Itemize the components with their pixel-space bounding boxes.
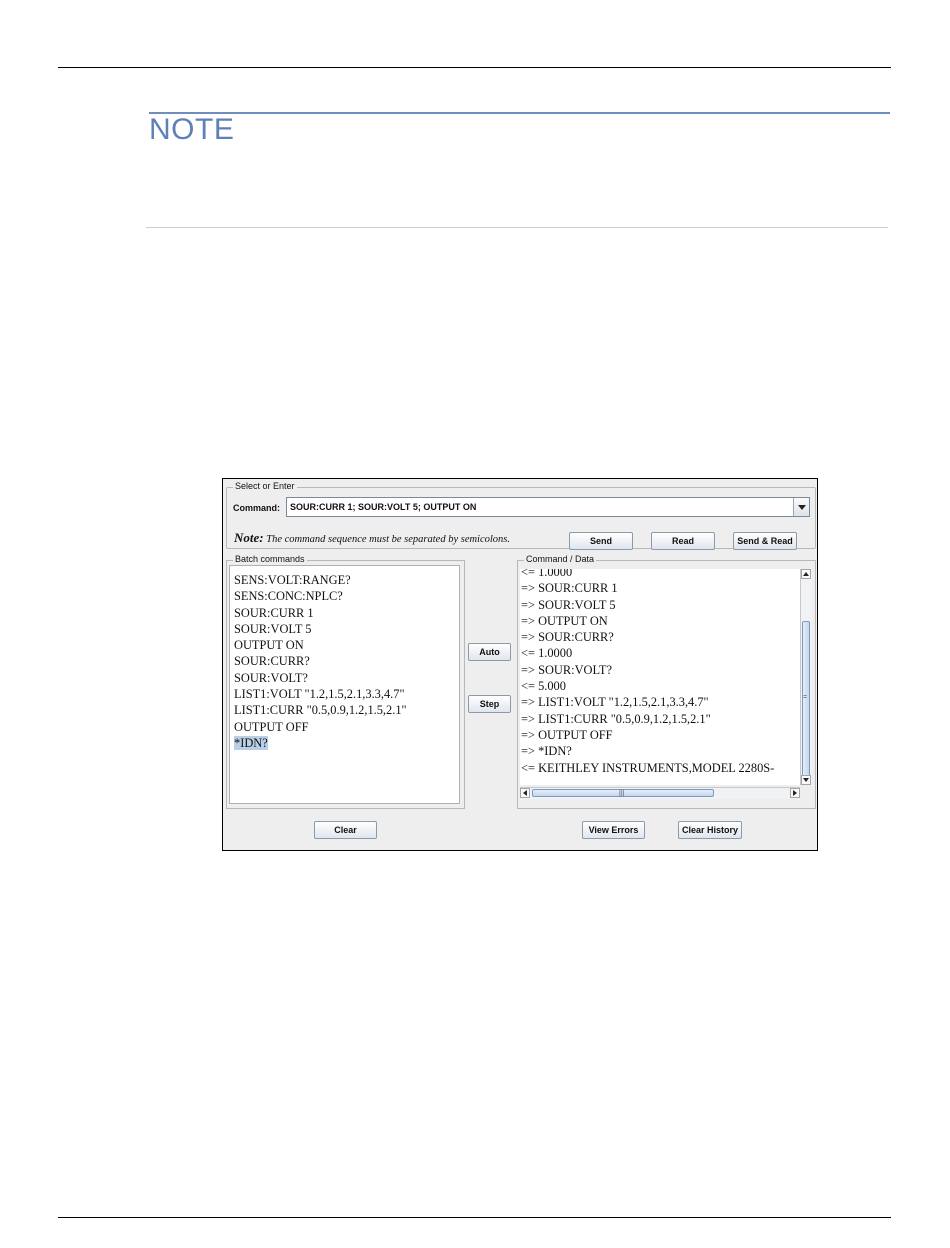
log-line: => OUTPUT OFF [521, 727, 613, 742]
batch-command-item[interactable]: LIST1:VOLT "1.2,1.5,2.1,3.3,4.7" [234, 686, 459, 702]
arrow-up-icon[interactable] [801, 569, 811, 579]
command-dialog-screenshot: Select or Enter Command: SOUR:CURR 1; SO… [222, 478, 818, 851]
batch-command-item[interactable]: *IDN? [234, 735, 459, 751]
vertical-scroll-thumb[interactable]: = [802, 621, 810, 779]
horizontal-scroll-thumb[interactable]: ||| [532, 789, 714, 797]
header-rule [58, 67, 891, 68]
batch-command-text: OUTPUT ON [234, 638, 304, 653]
batch-command-item[interactable]: SENS:CONC:NPLC? [234, 588, 459, 604]
log-line: => *IDN? [521, 744, 572, 759]
note-heading: NOTE [149, 113, 235, 146]
log-line: <= 1.0000 [521, 646, 573, 661]
batch-command-text: SOUR:VOLT? [234, 670, 308, 685]
chevron-down-icon[interactable] [793, 498, 809, 516]
log-line: => OUTPUT ON [521, 613, 608, 628]
batch-command-item[interactable]: SOUR:VOLT? [234, 670, 459, 686]
command-data-lines: <= 1.0000 => SOUR:CURR 1 => SOUR:VOLT 5 => … [521, 569, 774, 776]
log-line: <= 5.000 [521, 679, 566, 694]
log-line: => LIST1:CURR "0.5,0.9,1.2,1.5,2.1" [521, 711, 711, 726]
arrow-left-icon[interactable] [520, 788, 530, 798]
arrow-right-icon[interactable] [790, 788, 800, 798]
log-line: => SOUR:VOLT 5 [521, 597, 616, 612]
read-button[interactable]: Read [651, 532, 715, 550]
note-text: The command sequence must be separated b… [263, 534, 511, 545]
log-line: => LIST1:VOLT "1.2,1.5,2.1,3.3,4.7" [521, 695, 709, 710]
semicolon-note: Note: The command sequence must be separ… [234, 530, 510, 546]
command-combobox[interactable]: SOUR:CURR 1; SOUR:VOLT 5; OUTPUT ON [286, 497, 810, 517]
log-line: => SOUR:CURR 1 [521, 581, 618, 596]
batch-command-item[interactable]: SENS:VOLT:RANGE? [234, 572, 459, 588]
note-label: Note: [234, 530, 264, 545]
command-input[interactable]: SOUR:CURR 1; SOUR:VOLT 5; OUTPUT ON [290, 502, 476, 512]
command-data-legend: Command / Data [524, 554, 597, 564]
log-line: => SOUR:CURR? [521, 630, 614, 645]
batch-command-text: OUTPUT OFF [234, 719, 309, 734]
batch-command-item[interactable]: OUTPUT OFF [234, 719, 459, 735]
select-or-enter-legend: Select or Enter [233, 481, 297, 491]
log-line: <= 1.0000 [521, 569, 573, 579]
command-data-log[interactable]: <= 1.0000 => SOUR:CURR 1 => SOUR:VOLT 5 => … [520, 569, 800, 785]
horizontal-scrollbar[interactable]: ||| [520, 787, 800, 799]
batch-commands-legend: Batch commands [233, 554, 307, 564]
batch-command-item[interactable]: SOUR:CURR? [234, 653, 459, 669]
send-and-read-button[interactable]: Send & Read [733, 532, 797, 550]
vertical-scrollbar[interactable]: = [800, 569, 812, 785]
log-line: <= KEITHLEY INSTRUMENTS,MODEL 2280S- [521, 760, 775, 775]
batch-command-text: SENS:VOLT:RANGE? [234, 573, 351, 587]
batch-command-text: SENS:CONC:NPLC? [234, 589, 343, 604]
batch-command-text: SOUR:CURR 1 [234, 605, 314, 620]
batch-command-text: LIST1:VOLT "1.2,1.5,2.1,3.3,4.7" [234, 687, 405, 702]
batch-command-item[interactable]: LIST1:CURR "0.5,0.9,1.2,1.5,2.1" [234, 702, 459, 718]
batch-commands-list[interactable]: SENS:VOLT:RANGE? SENS:CONC:NPLC? SOUR:CURR… [229, 565, 460, 804]
batch-command-item[interactable]: SOUR:CURR 1 [234, 605, 459, 621]
log-line: => SOUR:VOLT? [521, 662, 612, 677]
batch-commands-group: Batch commands SENS:VOLT:RANGE? SENS:CONC… [226, 554, 465, 809]
batch-command-item[interactable]: OUTPUT ON [234, 637, 459, 653]
command-data-group: Command / Data <= 1.0000 => SOUR:CURR 1 =>… [517, 554, 816, 809]
note-top-rule [149, 112, 890, 114]
view-errors-button[interactable]: View Errors [582, 821, 645, 839]
send-button[interactable]: Send [569, 532, 633, 550]
command-label: Command: [233, 503, 280, 513]
batch-command-text: *IDN? [234, 735, 268, 750]
auto-button[interactable]: Auto [468, 643, 511, 661]
batch-command-text: LIST1:CURR "0.5,0.9,1.2,1.5,2.1" [234, 703, 407, 718]
clear-history-button[interactable]: Clear History [678, 821, 742, 839]
select-or-enter-group: Select or Enter Command: SOUR:CURR 1; SO… [226, 481, 816, 550]
clear-button[interactable]: Clear [314, 821, 377, 839]
batch-command-text: SOUR:CURR? [234, 654, 310, 669]
note-bottom-rule [146, 227, 888, 228]
batch-command-item[interactable]: SOUR:VOLT 5 [234, 621, 459, 637]
step-button[interactable]: Step [468, 695, 511, 713]
footer-rule [58, 1217, 891, 1218]
batch-command-text: SOUR:VOLT 5 [234, 621, 312, 636]
arrow-down-icon[interactable] [801, 775, 811, 785]
